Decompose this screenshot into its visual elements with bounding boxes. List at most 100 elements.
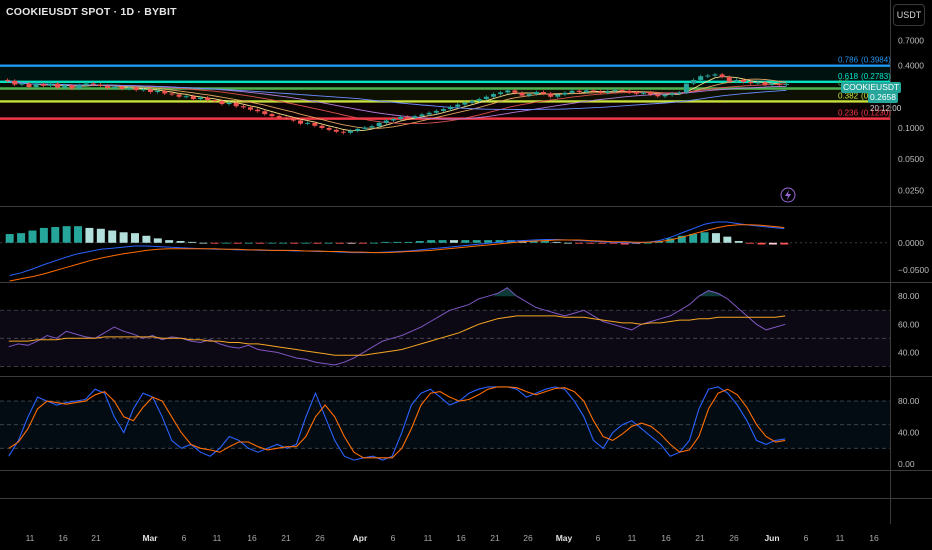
time-axis-tick: 6	[391, 533, 396, 543]
candle-body	[190, 96, 196, 100]
last-price-badge: 0.2658	[868, 92, 898, 103]
macd-histogram-bar	[62, 226, 71, 243]
stochastic-panel[interactable]	[0, 386, 890, 461]
candle-body	[355, 128, 361, 131]
candle-body	[562, 92, 568, 95]
candle-body	[440, 109, 446, 111]
candle-body	[233, 102, 239, 107]
candle-body	[555, 94, 561, 97]
candle-body	[433, 110, 439, 113]
macd-histogram-bar	[267, 242, 276, 244]
candle-body	[5, 79, 11, 81]
candle-body	[691, 79, 697, 84]
candle-body	[655, 94, 661, 97]
candle-body	[226, 102, 232, 105]
fib-level-label-0.786: 0.786 (0.3984)	[838, 56, 891, 65]
macd-panel[interactable]	[0, 221, 890, 282]
macd-histogram-bar	[461, 240, 470, 243]
time-axis-tick: Apr	[353, 533, 368, 543]
candle-body	[676, 92, 682, 94]
time-axis-tick: 26	[523, 533, 533, 543]
candle-body	[626, 90, 632, 93]
candle-body	[405, 116, 411, 118]
candle-body	[276, 116, 282, 118]
candle-body	[390, 118, 396, 121]
candle-body	[197, 97, 204, 100]
candle-body	[762, 82, 768, 85]
time-axis-tick: 11	[424, 533, 433, 543]
candle-body	[305, 122, 311, 124]
candle-body	[783, 83, 789, 85]
time-axis-tick: 6	[596, 533, 601, 543]
candle-body	[569, 90, 575, 93]
candle-body	[262, 111, 268, 115]
macd-histogram-bar	[39, 227, 48, 243]
stoch-axis-tick: 40.00	[898, 428, 920, 438]
candle-body	[648, 92, 654, 95]
time-axis-tick: 26	[315, 533, 325, 543]
macd-histogram-bar	[586, 242, 595, 244]
macd-histogram-bar	[165, 240, 174, 243]
rsi-panel[interactable]	[0, 287, 890, 367]
time-axis[interactable]: 11 16 21 Mar 6 11 16 21 26 Apr 6 11 16 21 26 May 6 11 16 21…	[26, 533, 879, 543]
time-axis-tick: 16	[869, 533, 879, 543]
lightning-bolt-icon[interactable]	[780, 187, 796, 203]
trading-chart[interactable]: 0.786(0.3984)0.618(0.2783)0.50.382(0.180…	[0, 0, 932, 550]
macd-histogram-bar	[153, 238, 162, 243]
macd-histogram-bar	[438, 240, 447, 243]
candle-body	[505, 90, 511, 93]
macd-histogram-bar	[222, 242, 231, 244]
candle-body	[605, 91, 611, 93]
chart-canvas[interactable]: 0.786(0.3984)0.618(0.2783)0.50.382(0.180…	[0, 0, 932, 550]
candle-body	[462, 102, 468, 105]
macd-histogram-bar	[552, 241, 561, 243]
stoch-axis-tick: 0.00	[898, 459, 915, 469]
currency-button[interactable]: USDT	[893, 4, 925, 26]
candle-body	[719, 74, 725, 77]
candle-body	[698, 76, 704, 80]
macd-histogram-bar	[51, 227, 60, 243]
macd-histogram-bar	[563, 242, 572, 244]
candle-body	[755, 82, 761, 84]
candle-body	[526, 94, 532, 96]
candle-body	[476, 99, 482, 101]
macd-histogram-bar	[336, 242, 345, 244]
candle-body	[212, 99, 218, 101]
macd-histogram-bar	[142, 235, 151, 243]
time-axis-tick: 21	[281, 533, 291, 543]
macd-histogram-bar	[301, 242, 310, 244]
candle-body	[633, 92, 639, 94]
candle-body	[62, 85, 68, 88]
time-axis-tick: 11	[213, 533, 222, 543]
candle-body	[348, 130, 354, 133]
candle-body	[69, 85, 75, 89]
candle-body	[748, 81, 754, 84]
candle-body	[519, 92, 525, 96]
candle-body	[240, 106, 246, 108]
price-axis[interactable]: 0.7000 0.4000 0.1000 0.0500 0.0250 0.0000 −0.0…	[898, 35, 929, 469]
candle-body	[548, 93, 554, 97]
candle-body	[333, 129, 339, 132]
time-axis-tick: 16	[456, 533, 466, 543]
macd-axis-tick: −0.0500	[898, 265, 929, 275]
candle-body	[683, 83, 689, 93]
macd-axis-tick: 0.0000	[898, 238, 924, 248]
candle-body	[248, 107, 254, 110]
time-axis-tick: 11	[836, 533, 845, 543]
candle-body	[169, 93, 175, 95]
candle-body	[369, 126, 375, 128]
candle-body	[19, 83, 25, 85]
macd-histogram-bar	[711, 233, 720, 243]
candle-body	[269, 114, 275, 117]
macd-histogram-bar	[199, 242, 208, 244]
macd-histogram-bar	[187, 241, 196, 243]
candle-body	[119, 86, 125, 89]
candle-body	[705, 75, 711, 77]
macd-histogram-bar	[427, 240, 436, 243]
macd-histogram-bar	[393, 241, 401, 243]
candle-body	[512, 90, 518, 93]
candle-body	[490, 94, 496, 97]
candle-body	[455, 104, 461, 107]
candle-body	[641, 92, 647, 94]
candle-body	[76, 85, 82, 89]
